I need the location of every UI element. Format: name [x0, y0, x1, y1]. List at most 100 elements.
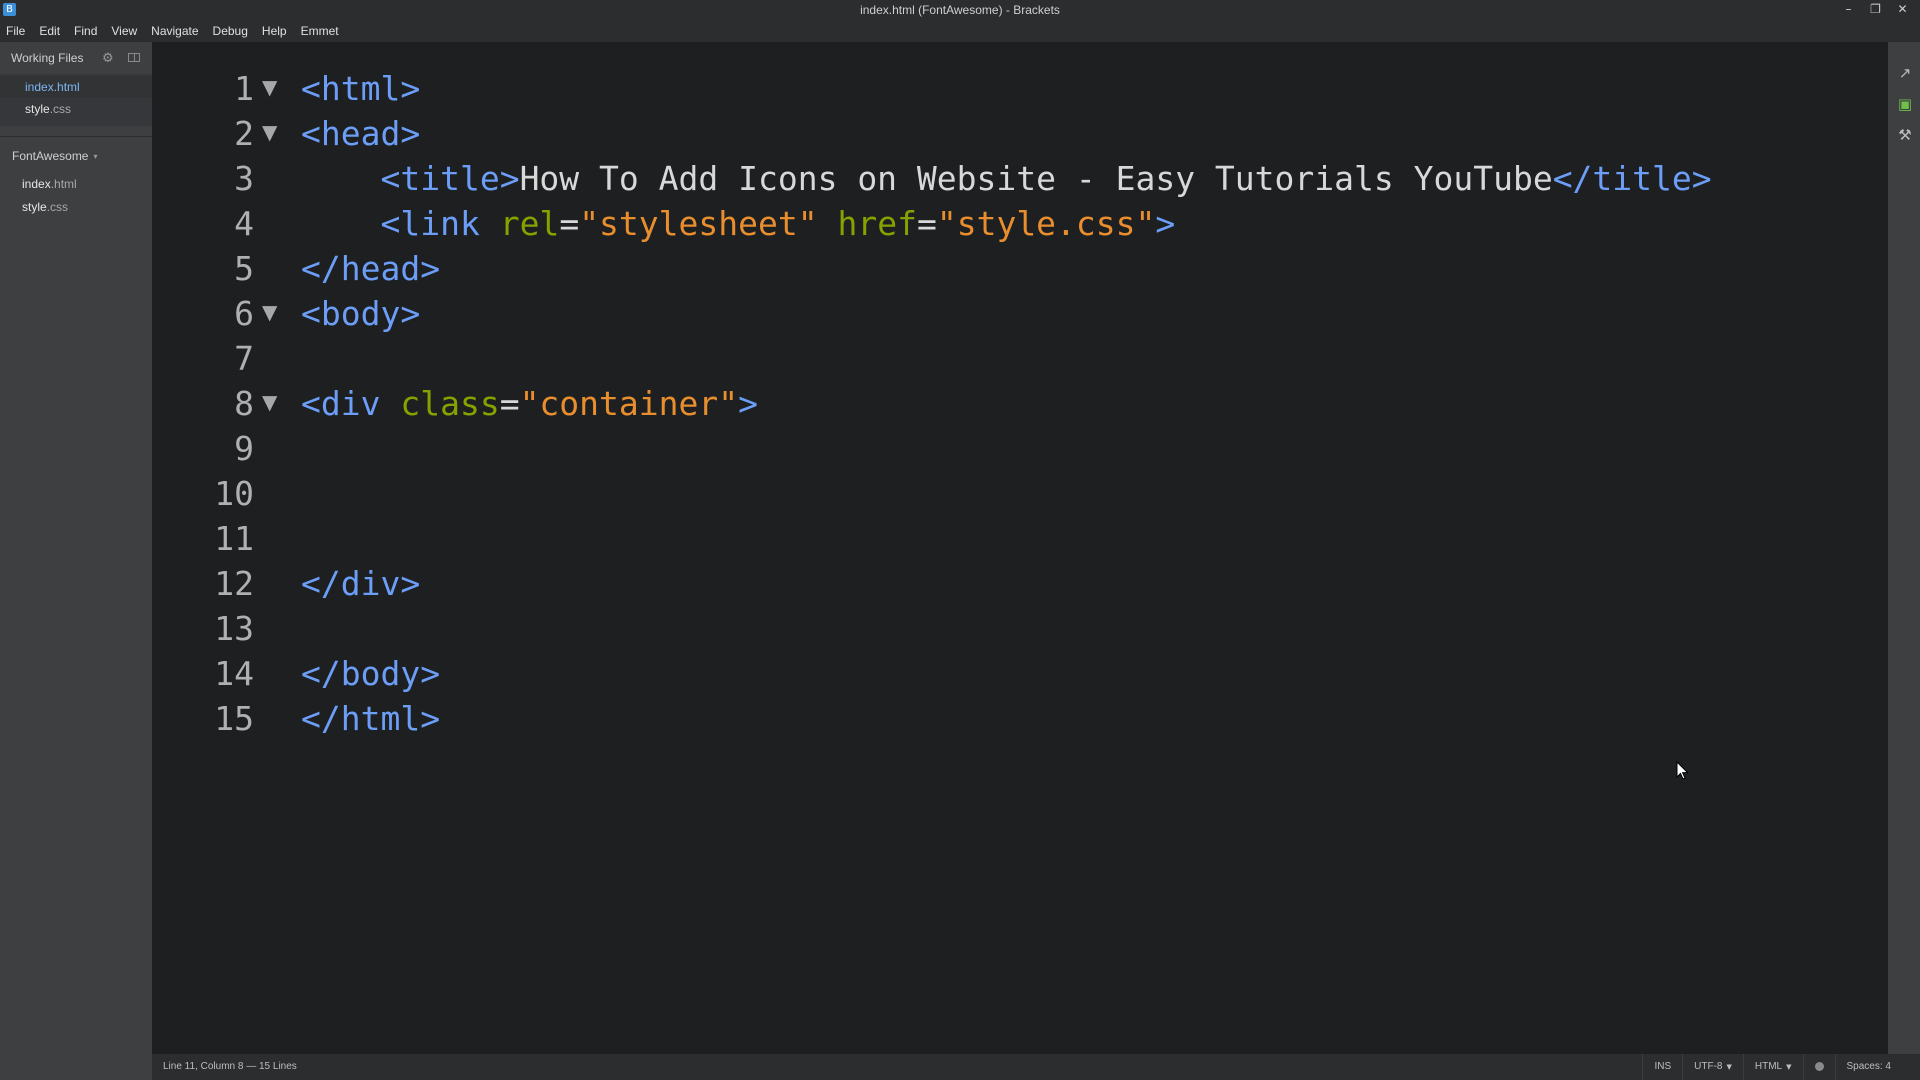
code-token: <div	[301, 384, 401, 423]
code-line[interactable]: 10	[152, 471, 1888, 516]
working-file-index[interactable]: index.html	[0, 76, 152, 98]
code-token: >	[738, 384, 758, 423]
insert-mode-toggle[interactable]: INS	[1642, 1054, 1682, 1080]
project-dropdown[interactable]: FontAwesome ▾	[0, 139, 152, 173]
working-file-style[interactable]: style.css	[0, 98, 152, 120]
indent-setting[interactable]: Spaces: 4	[1834, 1054, 1902, 1080]
line-number: 9	[234, 429, 254, 468]
code-line[interactable]: 9	[152, 426, 1888, 471]
code-line[interactable]: 12 </div>	[152, 561, 1888, 606]
status-indicators: INS UTF-8 ▼ HTML ▼ Spaces: 4	[1642, 1054, 1902, 1080]
menu-debug[interactable]: Debug	[213, 24, 248, 38]
line-number: 11	[214, 519, 254, 558]
code-line[interactable]: 14 </body>	[152, 651, 1888, 696]
title-bar: B index.html (FontAwesome) - Brackets – …	[0, 0, 1920, 20]
maximize-button[interactable]: ❐	[1862, 0, 1889, 20]
working-files-list: index.html style.css	[0, 74, 152, 126]
working-files-header: Working Files ⚙	[0, 42, 152, 74]
line-number: 2	[234, 114, 254, 153]
chevron-down-icon: ▾	[93, 151, 98, 161]
encoding-value: UTF-8	[1694, 1061, 1723, 1072]
menu-bar: File Edit Find View Navigate Debug Help …	[0, 20, 1920, 42]
extension-manager-icon[interactable]: ▣	[1896, 95, 1914, 113]
lint-status-icon	[1814, 1061, 1824, 1071]
menu-view[interactable]: View	[111, 24, 137, 38]
code-line[interactable]: 1 ▼ <html>	[152, 66, 1888, 111]
code-token: </title>	[1552, 159, 1712, 198]
code-token: <title>	[380, 159, 520, 198]
line-number: 3	[234, 159, 254, 198]
code-token: <link	[380, 204, 500, 243]
split-view-icon[interactable]	[128, 53, 140, 62]
file-name: index	[25, 80, 54, 94]
code-token: </div>	[301, 564, 421, 603]
code-token: How To Add Icons on Website - Easy Tutor…	[519, 159, 1553, 198]
code-text: <html>	[301, 66, 420, 111]
code-text: <div class="container">	[301, 381, 758, 426]
file-ext: .css	[46, 200, 69, 214]
working-files-label: Working Files	[11, 51, 84, 65]
status-bar: Line 11, Column 8 — 15 Lines INS UTF-8 ▼ …	[152, 1054, 1920, 1080]
minimize-button[interactable]: –	[1835, 0, 1862, 20]
code-token: <html>	[301, 69, 421, 108]
tools-icon[interactable]: ⚒	[1896, 126, 1914, 144]
code-token: </head>	[301, 249, 441, 288]
project-file-style[interactable]: style.css	[0, 196, 152, 219]
code-line[interactable]: 13	[152, 606, 1888, 651]
menu-navigate[interactable]: Navigate	[151, 24, 198, 38]
fold-arrow-icon[interactable]: ▼	[262, 381, 277, 423]
code-token: class	[400, 384, 500, 423]
line-number: 1	[234, 69, 254, 108]
fold-arrow-icon[interactable]: ▼	[262, 111, 277, 153]
code-text: <link rel="stylesheet" href="style.css">	[301, 201, 1175, 246]
code-text: </html>	[301, 696, 440, 741]
menu-emmet[interactable]: Emmet	[301, 24, 339, 38]
code-token: "style.css"	[936, 204, 1156, 243]
line-number: 14	[214, 654, 254, 693]
code-text: <title>How To Add Icons on Website - Eas…	[301, 156, 1712, 201]
menu-file[interactable]: File	[6, 24, 25, 38]
code-line[interactable]: 6 ▼ <body>	[152, 291, 1888, 336]
encoding-select[interactable]: UTF-8 ▼	[1682, 1054, 1743, 1080]
line-number: 7	[234, 339, 254, 378]
fold-arrow-icon[interactable]: ▼	[262, 66, 277, 108]
line-number: 6	[234, 294, 254, 333]
code-line[interactable]: 11	[152, 516, 1888, 561]
code-text: <head>	[301, 111, 420, 156]
window-title: index.html (FontAwesome) - Brackets	[860, 3, 1060, 17]
language-value: HTML	[1754, 1061, 1783, 1072]
file-name: style	[22, 200, 47, 214]
window-controls: – ❐ ✕	[1835, 0, 1916, 20]
code-line[interactable]: 8 ▼ <div class="container">	[152, 381, 1888, 426]
project-name: FontAwesome	[12, 149, 89, 163]
code-token: =	[916, 204, 937, 243]
live-preview-icon[interactable]: ↗	[1896, 64, 1914, 82]
code-line[interactable]: 7	[152, 336, 1888, 381]
gear-icon[interactable]: ⚙	[102, 51, 114, 66]
lint-status[interactable]	[1802, 1054, 1835, 1080]
brackets-app-icon: B	[3, 3, 16, 16]
fold-arrow-icon[interactable]: ▼	[262, 291, 277, 333]
project-file-index[interactable]: index.html	[0, 173, 152, 196]
language-select[interactable]: HTML ▼	[1742, 1054, 1803, 1080]
file-ext: .css	[49, 102, 72, 116]
menu-edit[interactable]: Edit	[39, 24, 60, 38]
sidebar-divider	[0, 136, 152, 137]
menu-help[interactable]: Help	[262, 24, 287, 38]
mouse-pointer-icon	[1676, 761, 1689, 780]
close-button[interactable]: ✕	[1889, 0, 1916, 20]
code-line[interactable]: 15 </html>	[152, 696, 1888, 741]
line-number: 13	[214, 609, 254, 648]
code-line[interactable]: 3 <title>How To Add Icons on Website - E…	[152, 156, 1888, 201]
file-name: index	[22, 177, 51, 191]
line-number: 8	[234, 384, 254, 423]
code-line[interactable]: 5 </head>	[152, 246, 1888, 291]
code-line[interactable]: 4 <link rel="stylesheet" href="style.css…	[152, 201, 1888, 246]
code-line[interactable]: 2 ▼ <head>	[152, 111, 1888, 156]
menu-find[interactable]: Find	[74, 24, 97, 38]
code-token: >	[1155, 204, 1176, 243]
code-token: </html>	[301, 699, 441, 738]
code-editor[interactable]: 1 ▼ <html> 2 ▼ <head> 3 <title>How To Add Icon…	[152, 42, 1888, 1054]
